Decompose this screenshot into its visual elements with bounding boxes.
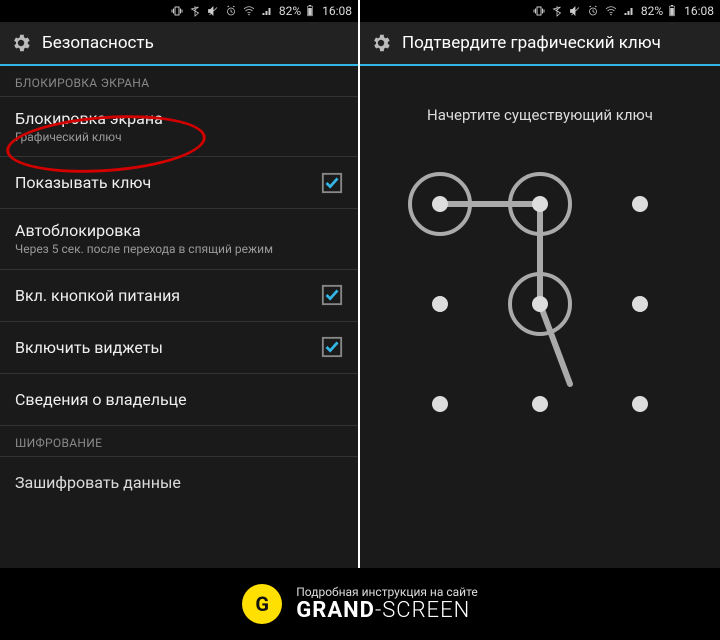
mute-icon xyxy=(207,5,219,17)
vibrate-icon xyxy=(171,5,183,17)
vibrate-icon xyxy=(533,5,545,17)
pattern-node[interactable] xyxy=(432,396,448,412)
battery-icon xyxy=(304,5,316,17)
item-label: Показывать ключ xyxy=(15,173,151,192)
item-label: Зашифровать данные xyxy=(15,473,181,492)
status-icons xyxy=(533,5,635,17)
mute-icon xyxy=(569,5,581,17)
item-label: Блокировка экрана xyxy=(15,109,163,128)
screen-security-settings: 82% 16:08 Безопасность БЛОКИРОВКА ЭКРАНА… xyxy=(0,0,360,568)
item-auto-lock[interactable]: Автоблокировка Через 5 сек. после перехо… xyxy=(0,209,358,269)
battery-percent: 82% xyxy=(279,4,301,18)
banner-logo-letter: G xyxy=(255,592,269,616)
checkbox-checked-icon[interactable] xyxy=(321,336,343,358)
checkbox-checked-icon[interactable] xyxy=(321,172,343,194)
pattern-node[interactable] xyxy=(632,396,648,412)
item-label: Автоблокировка xyxy=(15,221,273,240)
pattern-node[interactable] xyxy=(632,196,648,212)
pattern-svg[interactable] xyxy=(400,164,680,444)
gear-icon xyxy=(10,32,32,54)
pattern-area: Начертите существующий ключ xyxy=(360,66,720,568)
pattern-node[interactable] xyxy=(532,196,548,212)
pattern-node[interactable] xyxy=(632,296,648,312)
clock: 16:08 xyxy=(322,4,352,18)
signal-icon xyxy=(623,5,635,17)
pattern-node[interactable] xyxy=(532,396,548,412)
pattern-grid[interactable] xyxy=(400,164,680,444)
status-icons xyxy=(171,5,273,17)
item-label: Сведения о владельце xyxy=(15,390,187,409)
item-enable-widgets[interactable]: Включить виджеты xyxy=(0,322,358,374)
item-label: Вкл. кнопкой питания xyxy=(15,286,180,305)
status-bar: 82% 16:08 xyxy=(360,0,720,22)
app-header: Безопасность xyxy=(0,22,358,66)
alarm-icon xyxy=(587,5,599,17)
banner-brand: GRAND-SCREEN xyxy=(296,599,478,622)
battery-percent: 82% xyxy=(641,4,663,18)
pattern-node[interactable] xyxy=(432,196,448,212)
item-label: Включить виджеты xyxy=(15,338,163,357)
page-title: Подтвердите графический ключ xyxy=(402,33,661,53)
banner-brand-light: SCREEN xyxy=(382,598,470,623)
status-bar: 82% 16:08 xyxy=(0,0,358,22)
banner-brand-bold: GRAND xyxy=(296,598,375,623)
pattern-instruction: Начертите существующий ключ xyxy=(427,106,653,124)
bluetooth-icon xyxy=(551,5,563,17)
item-sublabel: Через 5 сек. после перехода в спящий реж… xyxy=(15,242,273,256)
settings-list: БЛОКИРОВКА ЭКРАНА Блокировка экрана Граф… xyxy=(0,66,358,568)
item-encrypt[interactable]: Зашифровать данные xyxy=(0,457,358,509)
clock: 16:08 xyxy=(684,4,714,18)
pattern-node[interactable] xyxy=(432,296,448,312)
item-sublabel: Графический ключ xyxy=(15,130,163,144)
wifi-icon xyxy=(605,5,617,17)
bluetooth-icon xyxy=(189,5,201,17)
pattern-node[interactable] xyxy=(532,296,548,312)
gear-icon xyxy=(370,32,392,54)
banner-logo: G xyxy=(242,584,282,624)
screen-confirm-pattern: 82% 16:08 Подтвердите графический ключ Н… xyxy=(360,0,720,568)
signal-icon xyxy=(261,5,273,17)
item-power-lock[interactable]: Вкл. кнопкой питания xyxy=(0,270,358,322)
item-owner-info[interactable]: Сведения о владельце xyxy=(0,374,358,426)
app-header: Подтвердите графический ключ xyxy=(360,22,720,66)
section-header-encrypt: ШИФРОВАНИЕ xyxy=(0,426,358,457)
battery-icon xyxy=(666,5,678,17)
item-show-pattern[interactable]: Показывать ключ xyxy=(0,157,358,209)
site-banner: G Подробная инструкция на сайте GRAND-SC… xyxy=(0,568,720,640)
page-title: Безопасность xyxy=(42,33,154,53)
battery-indicator: 82% xyxy=(641,4,678,18)
item-screen-lock[interactable]: Блокировка экрана Графический ключ xyxy=(0,97,358,157)
wifi-icon xyxy=(243,5,255,17)
checkbox-checked-icon[interactable] xyxy=(321,284,343,306)
alarm-icon xyxy=(225,5,237,17)
battery-indicator: 82% xyxy=(279,4,316,18)
section-header-lock: БЛОКИРОВКА ЭКРАНА xyxy=(0,66,358,97)
